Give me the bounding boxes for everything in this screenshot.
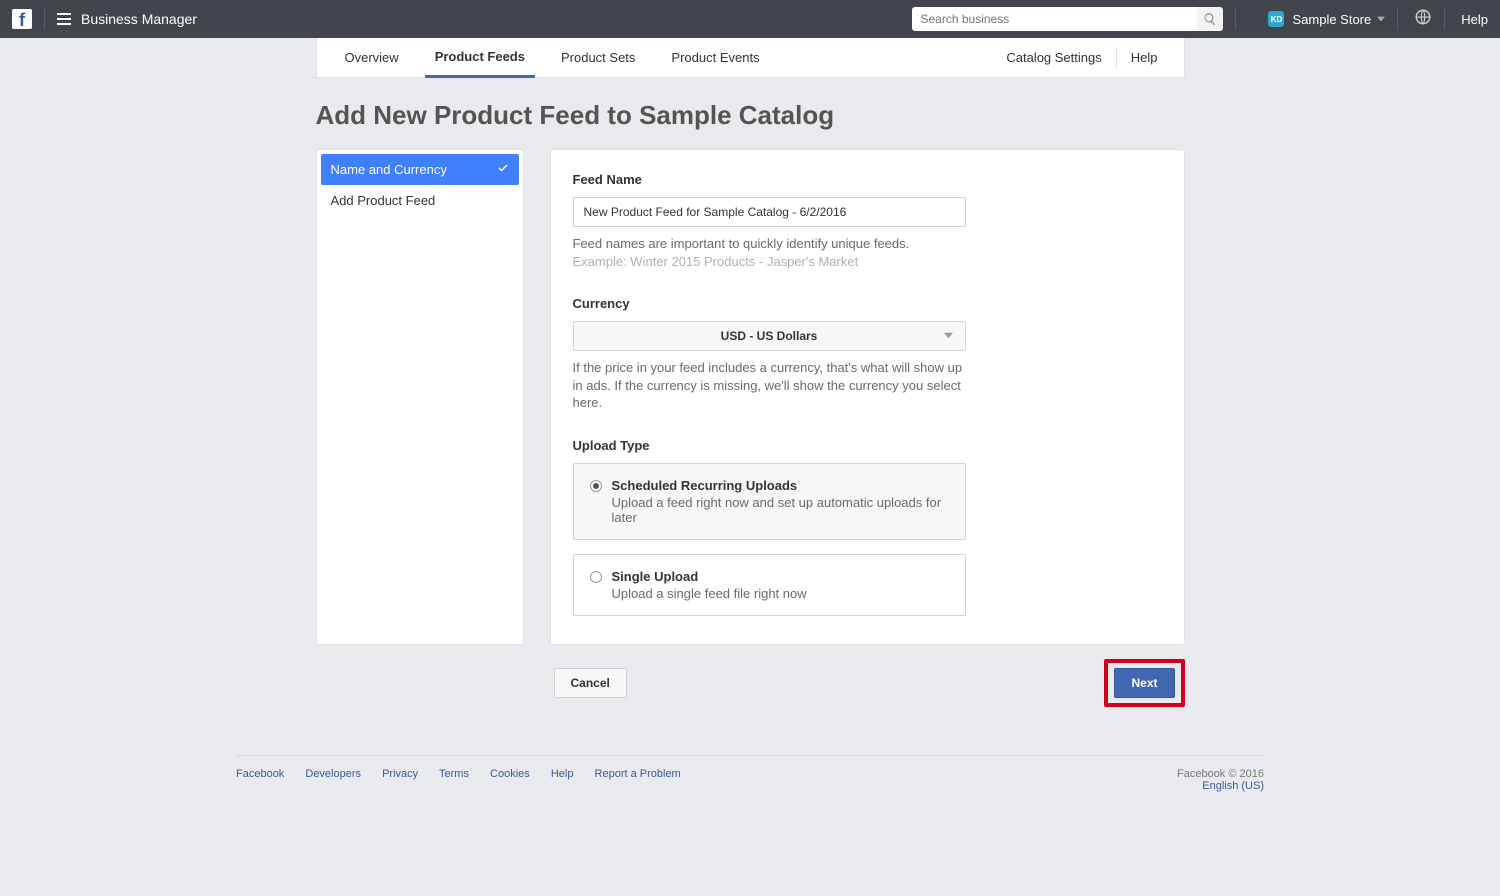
account-name: Sample Store bbox=[1292, 12, 1371, 27]
tab-help-link[interactable]: Help bbox=[1123, 50, 1166, 65]
catalog-settings-link[interactable]: Catalog Settings bbox=[998, 50, 1109, 65]
option-title: Scheduled Recurring Uploads bbox=[612, 478, 949, 493]
tab-product-sets[interactable]: Product Sets bbox=[551, 38, 645, 78]
tab-product-events[interactable]: Product Events bbox=[661, 38, 769, 78]
divider bbox=[1444, 8, 1445, 30]
upload-type-scheduled-option[interactable]: Scheduled Recurring Uploads Upload a fee… bbox=[573, 463, 966, 540]
upload-type-single-option[interactable]: Single Upload Upload a single feed file … bbox=[573, 554, 966, 616]
chevron-down-icon bbox=[1377, 10, 1385, 28]
option-title: Single Upload bbox=[612, 569, 807, 584]
wizard-sidebar: Name and Currency Add Product Feed bbox=[316, 149, 524, 645]
feed-name-helper: Feed names are important to quickly iden… bbox=[573, 235, 1162, 270]
divider bbox=[1235, 8, 1236, 30]
search-button[interactable] bbox=[1197, 7, 1223, 31]
tab-product-feeds[interactable]: Product Feeds bbox=[425, 38, 535, 78]
cancel-button[interactable]: Cancel bbox=[554, 668, 627, 698]
footer-locale-link[interactable]: English (US) bbox=[1177, 780, 1264, 792]
footer-link-report[interactable]: Report a Problem bbox=[595, 768, 681, 780]
wizard-step-label: Name and Currency bbox=[331, 162, 447, 177]
footer-link-help[interactable]: Help bbox=[551, 768, 574, 780]
search-input[interactable] bbox=[912, 7, 1197, 31]
currency-dropdown[interactable]: USD - US Dollars bbox=[573, 321, 966, 351]
footer-link-cookies[interactable]: Cookies bbox=[490, 768, 530, 780]
search-icon bbox=[1203, 12, 1217, 26]
action-row: Cancel Next bbox=[316, 659, 1185, 707]
footer: Facebook Developers Privacy Terms Cookie… bbox=[236, 768, 1264, 792]
tab-strip: Overview Product Feeds Product Sets Prod… bbox=[316, 38, 1185, 78]
page-title: Add New Product Feed to Sample Catalog bbox=[316, 100, 1185, 131]
account-avatar-icon: KD bbox=[1268, 11, 1284, 27]
currency-label: Currency bbox=[573, 296, 1162, 311]
notifications-globe-icon[interactable] bbox=[1414, 8, 1432, 31]
divider bbox=[44, 8, 45, 30]
feed-name-input[interactable] bbox=[573, 197, 966, 227]
option-desc: Upload a single feed file right now bbox=[612, 586, 807, 601]
currency-value: USD - US Dollars bbox=[721, 329, 818, 343]
next-button[interactable]: Next bbox=[1114, 668, 1174, 698]
top-bar: f Business Manager KD Sample Store Help bbox=[0, 0, 1500, 38]
divider bbox=[1116, 47, 1117, 69]
radio-icon bbox=[590, 571, 602, 583]
wizard-step-name-currency[interactable]: Name and Currency bbox=[321, 154, 519, 185]
footer-link-terms[interactable]: Terms bbox=[439, 768, 469, 780]
currency-helper: If the price in your feed includes a cur… bbox=[573, 359, 966, 412]
footer-links: Facebook Developers Privacy Terms Cookie… bbox=[236, 768, 699, 792]
footer-link-privacy[interactable]: Privacy bbox=[382, 768, 418, 780]
radio-icon bbox=[590, 480, 602, 492]
footer-copyright: Facebook © 2016 bbox=[1177, 768, 1264, 780]
check-icon bbox=[497, 162, 509, 177]
annotation-highlight: Next bbox=[1104, 659, 1184, 707]
option-desc: Upload a feed right now and set up autom… bbox=[612, 495, 949, 525]
divider bbox=[1397, 8, 1398, 30]
upload-type-label: Upload Type bbox=[573, 438, 1162, 453]
facebook-logo-icon[interactable]: f bbox=[12, 9, 32, 29]
form-panel: Feed Name Feed names are important to qu… bbox=[550, 149, 1185, 645]
tab-overview[interactable]: Overview bbox=[335, 38, 409, 78]
footer-link-developers[interactable]: Developers bbox=[305, 768, 361, 780]
divider bbox=[236, 755, 1264, 756]
wizard-step-add-feed[interactable]: Add Product Feed bbox=[317, 185, 523, 216]
chevron-down-icon bbox=[944, 329, 953, 343]
feed-name-label: Feed Name bbox=[573, 172, 1162, 187]
help-link[interactable]: Help bbox=[1461, 12, 1488, 27]
app-title: Business Manager bbox=[81, 11, 197, 27]
hamburger-menu-icon[interactable] bbox=[57, 13, 71, 25]
footer-link-facebook[interactable]: Facebook bbox=[236, 768, 284, 780]
account-switcher[interactable]: KD Sample Store bbox=[1268, 10, 1385, 28]
wizard-step-label: Add Product Feed bbox=[331, 193, 436, 208]
search-box bbox=[912, 7, 1223, 31]
